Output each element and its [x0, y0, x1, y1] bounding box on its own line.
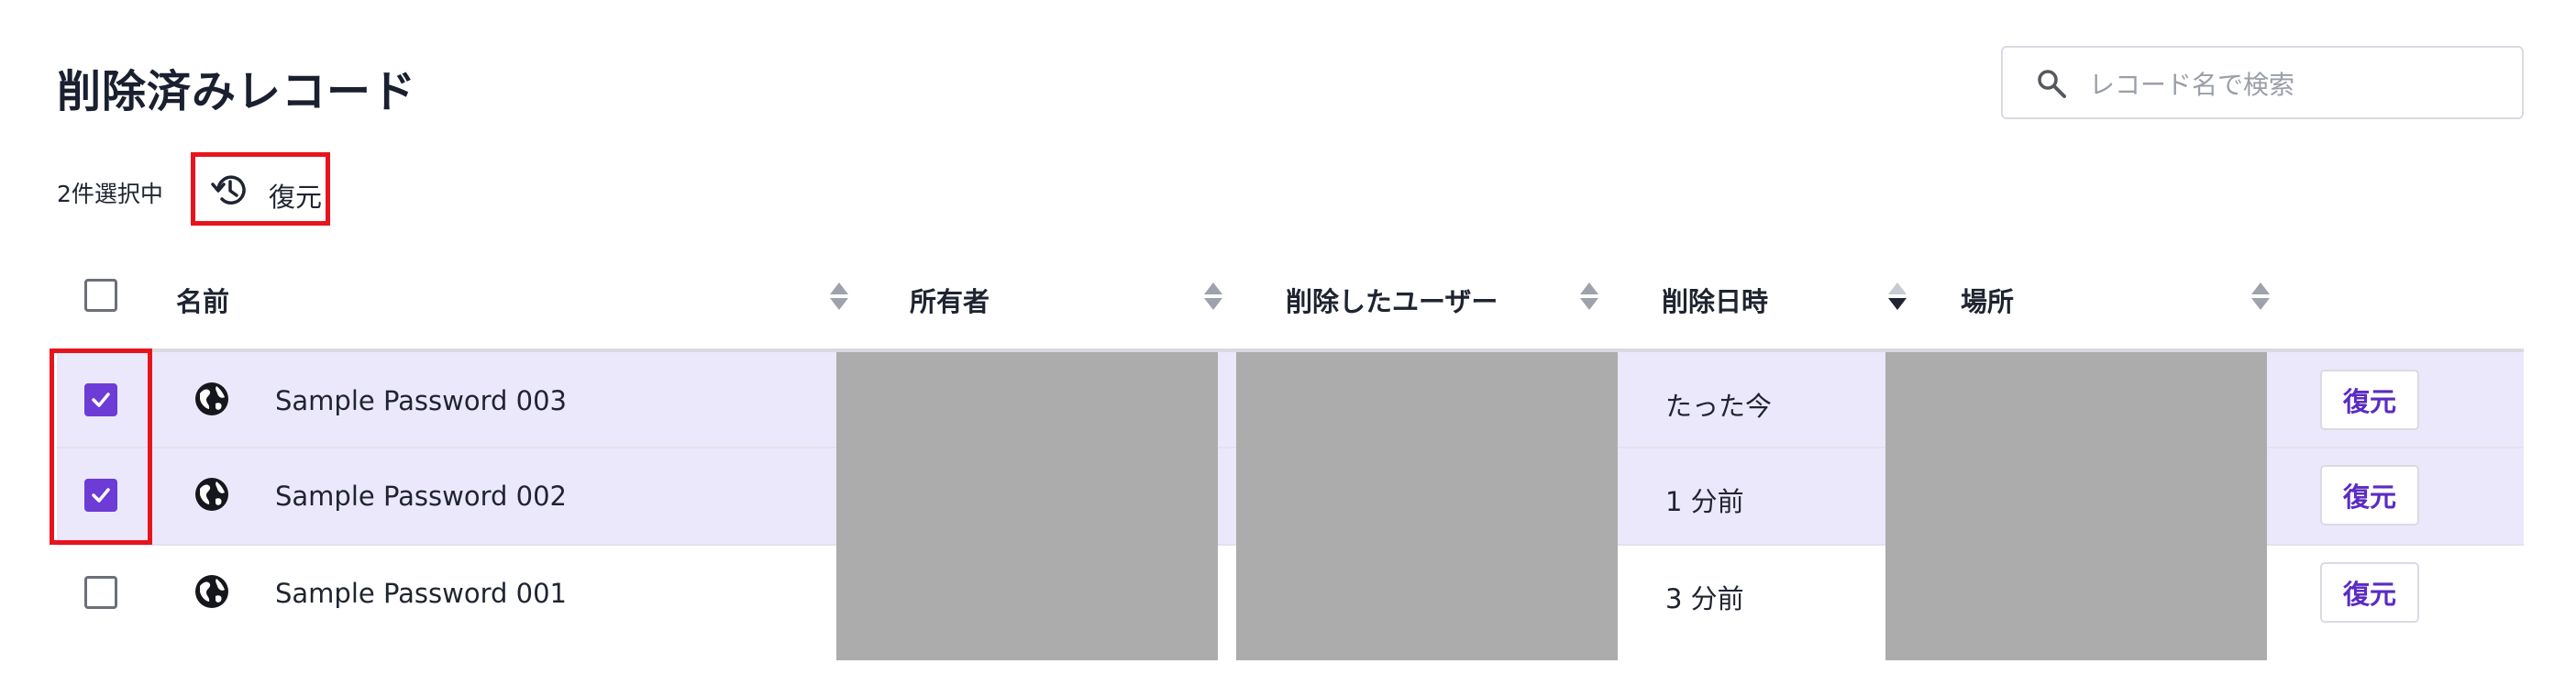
search-input[interactable]: [2087, 61, 2494, 108]
history-icon: [211, 175, 246, 205]
sort-icon[interactable]: [1579, 281, 1599, 312]
globe-icon: [195, 575, 228, 608]
row-checkbox[interactable]: [84, 576, 117, 609]
column-header-location[interactable]: 場所: [1961, 281, 2014, 319]
select-all-checkbox[interactable]: [84, 279, 117, 312]
highlight-box: [50, 348, 152, 545]
column-header-deleted-by[interactable]: 削除したユーザー: [1286, 281, 1498, 319]
redacted-deleted-by-column: [1236, 352, 1618, 660]
selection-count: 2件選択中: [57, 181, 163, 207]
globe-icon: [195, 382, 228, 415]
restore-button[interactable]: 復元: [2320, 562, 2419, 623]
redacted-owner-column: [836, 352, 1218, 660]
restore-button[interactable]: 復元: [2320, 370, 2419, 430]
record-name: Sample Password 001: [275, 578, 567, 609]
sort-icon[interactable]: [1203, 281, 1223, 312]
table-header: 名前 所有者 削除したユーザー 削除日時 場所: [57, 259, 2524, 350]
column-header-deleted-at[interactable]: 削除日時: [1662, 281, 1768, 319]
record-name: Sample Password 003: [275, 385, 567, 416]
record-name: Sample Password 002: [275, 481, 567, 512]
deleted-at: 1 分前: [1665, 486, 1744, 517]
column-header-owner[interactable]: 所有者: [910, 281, 989, 319]
sort-icon[interactable]: [829, 281, 849, 312]
search-box[interactable]: [2001, 46, 2524, 119]
search-icon: [2038, 70, 2066, 98]
column-header-name[interactable]: 名前: [176, 281, 229, 319]
page-title: 削除済みレコード: [57, 66, 417, 117]
sort-descending-icon[interactable]: [1887, 281, 1907, 312]
deleted-at: 3 分前: [1665, 583, 1744, 614]
globe-icon: [195, 478, 228, 511]
bulk-restore-label: 復元: [269, 182, 323, 213]
redacted-location-column: [1885, 352, 2267, 660]
deleted-at: たった今: [1665, 391, 1773, 422]
sort-icon[interactable]: [2250, 281, 2271, 312]
restore-button[interactable]: 復元: [2320, 465, 2419, 526]
bulk-restore-button[interactable]: 復元: [191, 152, 330, 226]
